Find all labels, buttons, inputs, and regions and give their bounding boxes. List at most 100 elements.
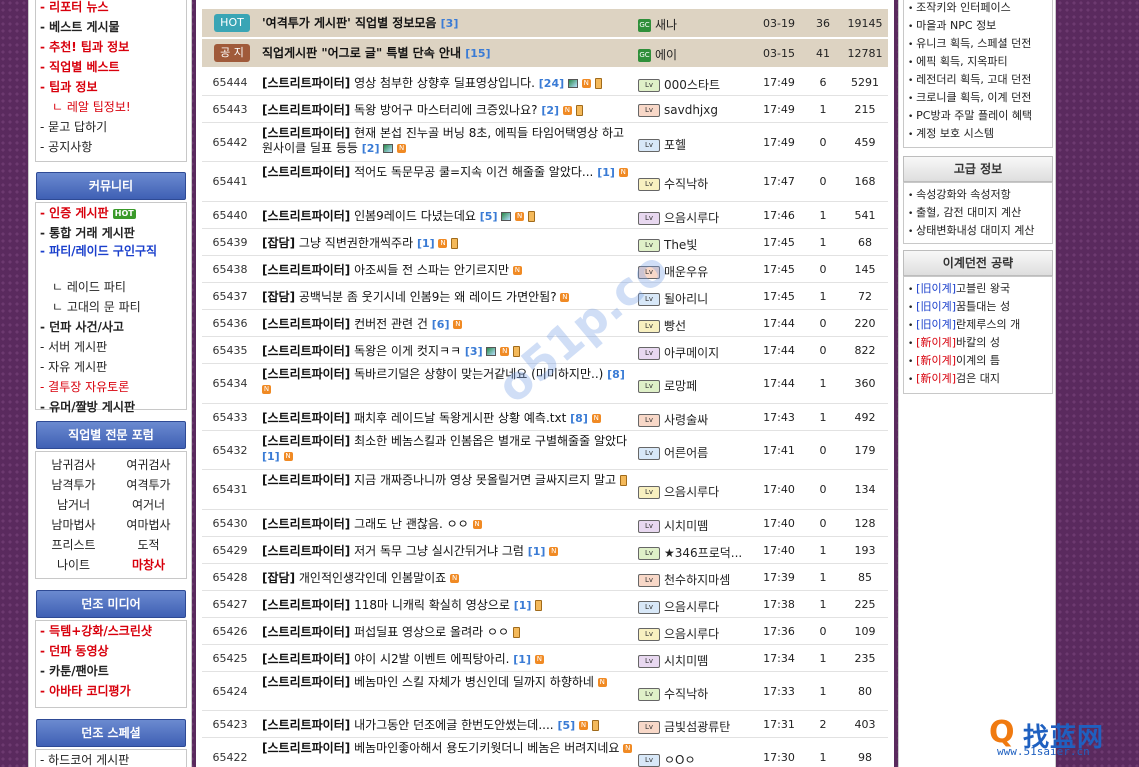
forum-link-5[interactable]: 여거너 — [111, 495, 186, 515]
media-item-2[interactable]: 카툰/팬아트 — [36, 661, 186, 681]
table-row[interactable]: 65427 [스트리트파이터] 118마 니캐릭 확실히 영상으로 [1] Lv 으… — [202, 591, 888, 618]
post-subject[interactable]: [스트리트파이터] 인봄9레이드 다녔는데요 [5] N — [262, 209, 634, 224]
forum-link-0[interactable]: 남귀검사 — [36, 455, 111, 475]
post-subject[interactable]: [스트리트파이터] 패치후 레이드날 독왕게시판 상황 예측.txt [8] N — [262, 411, 634, 426]
author-nick[interactable]: GC 에이 — [638, 46, 748, 63]
post-subject[interactable]: [스트리트파이터] 베놈마인 스킬 자체가 병신인데 딜까지 하향하네 N — [262, 675, 634, 690]
media-item-3[interactable]: 아바타 코디평가 — [36, 681, 186, 701]
table-row[interactable]: 65429 [스트리트파이터] 저거 독무 그냥 실시간뒤거냐 그럼 [1] N L… — [202, 537, 888, 564]
guide-link-3[interactable]: 에픽 획득, 지옥파티 — [904, 53, 1052, 71]
otherworld-link-0[interactable]: [旧이계]고블린 왕국 — [904, 280, 1052, 298]
table-row[interactable]: 65423 [스트리트파이터] 내가그동안 던조에글 한번도안썼는데.... [5… — [202, 711, 888, 738]
comment-count[interactable]: [8] — [570, 412, 588, 425]
table-row[interactable]: 65434 [스트리트파이터] 독바르기덜은 상향이 맞는거같네요 (미미하지만.… — [202, 364, 888, 404]
guide-link-7[interactable]: 계정 보호 시스템 — [904, 125, 1052, 143]
author-nick[interactable]: Lv 빵선 — [638, 317, 748, 334]
author-nick[interactable]: Lv 천수하지마셈 — [638, 571, 748, 588]
comment-count[interactable]: [1] — [262, 450, 280, 463]
comment-count[interactable]: [3] — [441, 17, 459, 30]
author-nick[interactable]: Lv 수직낙하 — [638, 175, 748, 192]
author-nick[interactable]: Lv The빛 — [638, 236, 748, 253]
sidebar-item-7[interactable]: 공지사항 — [36, 137, 186, 157]
guide-link-6[interactable]: PC방과 주말 플레이 혜택 — [904, 107, 1052, 125]
table-row[interactable]: 65437 [잡담] 공백닉분 좀 웃기시네 인봄9는 왜 레이드 가면안됨? N… — [202, 283, 888, 310]
post-subject[interactable]: [스트리트파이터] 내가그동안 던조에글 한번도안썼는데.... [5] N — [262, 718, 634, 733]
guide-link-2[interactable]: 유니크 획득, 스페셜 던전 — [904, 35, 1052, 53]
author-nick[interactable]: Lv 어른어름 — [638, 444, 748, 461]
advanced-link-0[interactable]: 속성강화와 속성저항 — [904, 186, 1052, 204]
notice-row[interactable]: 공 지 직업게시판 "어그로 글" 특별 단속 안내 [15] GC 에이 03-15 4… — [202, 39, 888, 68]
author-nick[interactable]: Lv 포헬 — [638, 136, 748, 153]
community-item-8[interactable]: 결투장 자유토론 — [36, 377, 186, 397]
comment-count[interactable]: [5] — [480, 210, 498, 223]
community-item-0[interactable]: 인증 게시판 HOT — [36, 203, 186, 223]
author-nick[interactable]: Lv 금빛섬광류탄 — [638, 718, 748, 735]
post-subject[interactable]: [스트리트파이터] 적어도 독문무공 쿨=지속 이건 해줄줄 알았다... [1… — [262, 165, 634, 180]
sidebar-item-6[interactable]: 묻고 답하기 — [36, 117, 186, 137]
author-nick[interactable]: Lv 수직낙하 — [638, 685, 748, 702]
author-nick[interactable]: Lv 으음시루다 — [638, 483, 748, 500]
table-row[interactable]: 65435 [스트리트파이터] 독왕은 이게 컷지ㅋㅋ [3] N Lv 아쿠메이지… — [202, 337, 888, 364]
comment-count[interactable]: [1] — [417, 237, 435, 250]
special-item-0[interactable]: 하드코어 게시판 — [36, 750, 186, 767]
post-subject[interactable]: [스트리트파이터] 아조씨들 전 스파는 안기르지만 N — [262, 263, 634, 278]
notice-subject[interactable]: '여격투가 게시판' 직업별 정보모음 [3] — [262, 16, 634, 31]
comment-count[interactable]: [1] — [513, 653, 531, 666]
post-subject[interactable]: [스트리트파이터] 독왕 방어구 마스터리에 크증있나요? [2] N — [262, 103, 634, 118]
comment-count[interactable]: [24] — [539, 77, 564, 90]
otherworld-link-5[interactable]: [新이계]검은 대지 — [904, 370, 1052, 388]
author-nick[interactable]: Lv 로망페 — [638, 377, 748, 394]
table-row[interactable]: 65441 [스트리트파이터] 적어도 독문무공 쿨=지속 이건 해줄줄 알았다.… — [202, 162, 888, 202]
author-nick[interactable]: Lv 매운우유 — [638, 263, 748, 280]
post-subject[interactable]: [스트리트파이터] 현재 본섭 진누골 버닝 8초, 에픽들 타임어택영상 하고… — [262, 126, 634, 156]
forum-link-7[interactable]: 여마법사 — [111, 515, 186, 535]
community-item-3[interactable]: ㄴ 레이드 파티 — [36, 277, 186, 297]
media-item-0[interactable]: 득템+강화/스크린샷 — [36, 621, 186, 641]
post-subject[interactable]: [잡담] 그냥 직변권한개씩주라 [1] N — [262, 236, 634, 251]
post-subject[interactable]: [스트리트파이터] 야이 시2발 이벤트 에픽탕아리. [1] N — [262, 652, 634, 667]
community-item-6[interactable]: 서버 게시판 — [36, 337, 186, 357]
author-nick[interactable]: Lv 으음시루다 — [638, 598, 748, 615]
post-subject[interactable]: [스트리트파이터] 저거 독무 그냥 실시간뒤거냐 그럼 [1] N — [262, 544, 634, 559]
table-row[interactable]: 65424 [스트리트파이터] 베놈마인 스킬 자체가 병신인데 딜까지 하향하네… — [202, 672, 888, 711]
post-subject[interactable]: [스트리트파이터] 독왕은 이게 컷지ㅋㅋ [3] N — [262, 344, 634, 359]
post-subject[interactable]: [스트리트파이터] 그래도 난 괜찮음. ㅇㅇ N — [262, 517, 634, 532]
author-nick[interactable]: Lv ★346프로덕... — [638, 544, 748, 561]
post-subject[interactable]: [스트리트파이터] 최소한 베놈스킬과 인봄옵은 별개로 구별해줄줄 알았다 [… — [262, 434, 634, 464]
comment-count[interactable]: [1] — [514, 599, 532, 612]
table-row[interactable]: 65428 [잡담] 개인적인생각인데 인봄말이죠 N Lv 천수하지마셈 17:39 1… — [202, 564, 888, 591]
forum-link-8[interactable]: 프리스트 — [36, 535, 111, 555]
post-subject[interactable]: [스트리트파이터] 퍼섭딜표 영상으로 올려라 ㅇㅇ — [262, 625, 634, 640]
forum-link-3[interactable]: 여격투가 — [111, 475, 186, 495]
comment-count[interactable]: [15] — [465, 47, 490, 60]
author-nick[interactable]: Lv 시치미뗌 — [638, 517, 748, 534]
community-item-1[interactable]: 통합 거래 게시판 — [36, 223, 186, 243]
comment-count[interactable]: [1] — [597, 166, 615, 179]
table-row[interactable]: 65444 [스트리트파이터] 영상 첨부한 상향후 딜표영상입니다. [24] … — [202, 69, 888, 96]
forum-link-4[interactable]: 남거너 — [36, 495, 111, 515]
otherworld-link-1[interactable]: [旧이계]꿈틀대는 성 — [904, 298, 1052, 316]
advanced-link-1[interactable]: 출혈, 감전 대미지 계산 — [904, 204, 1052, 222]
forum-link-9[interactable]: 도적 — [111, 535, 186, 555]
author-nick[interactable]: Lv 아쿠메이지 — [638, 344, 748, 361]
post-subject[interactable]: [스트리트파이터] 118마 니캐릭 확실히 영상으로 [1] — [262, 598, 634, 613]
community-item-7[interactable]: 자유 게시판 — [36, 357, 186, 377]
community-item-9[interactable]: 유머/짤방 게시판 — [36, 397, 186, 417]
community-item-4[interactable]: ㄴ 고대의 문 파티 — [36, 297, 186, 317]
post-subject[interactable]: [잡담] 공백닉분 좀 웃기시네 인봄9는 왜 레이드 가면안됨? N — [262, 290, 634, 305]
table-row[interactable]: 65442 [스트리트파이터] 현재 본섭 진누골 버닝 8초, 에픽들 타임어택… — [202, 123, 888, 162]
table-row[interactable]: 65440 [스트리트파이터] 인봄9레이드 다녔는데요 [5] N Lv 으음시루… — [202, 202, 888, 229]
community-item-2[interactable]: 파티/레이드 구인구직 — [36, 243, 186, 277]
comment-count[interactable]: [3] — [465, 345, 483, 358]
table-row[interactable]: 65426 [스트리트파이터] 퍼섭딜표 영상으로 올려라 ㅇㅇ Lv 으음시루다 1… — [202, 618, 888, 645]
table-row[interactable]: 65436 [스트리트파이터] 컨버전 관련 건 [6] N Lv 빵선 17:44 0 2… — [202, 310, 888, 337]
sidebar-item-1[interactable]: 베스트 게시물 — [36, 17, 186, 37]
guide-link-1[interactable]: 마을과 NPC 정보 — [904, 17, 1052, 35]
forum-link-6[interactable]: 남마법사 — [36, 515, 111, 535]
guide-link-0[interactable]: 조작키와 인터페이스 — [904, 0, 1052, 17]
table-row[interactable]: 65439 [잡담] 그냥 직변권한개씩주라 [1] N Lv The빛 17:45 1… — [202, 229, 888, 256]
comment-count[interactable]: [8] — [607, 368, 625, 381]
forum-link-11[interactable]: 마창사 — [111, 555, 186, 575]
sidebar-item-0[interactable]: 리포터 뉴스 — [36, 0, 186, 17]
forum-link-10[interactable]: 나이트 — [36, 555, 111, 575]
